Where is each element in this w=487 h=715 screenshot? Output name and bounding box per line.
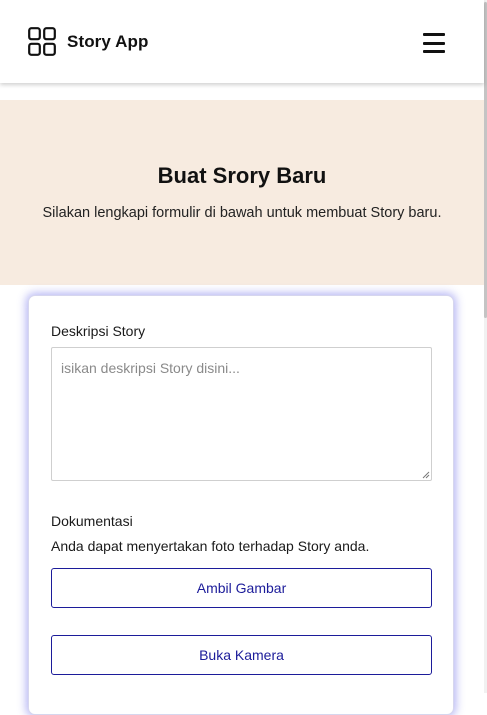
resize-handle-icon[interactable] <box>422 471 430 479</box>
app-header: Story App <box>0 0 484 83</box>
new-story-form: Deskripsi Story isikan deskripsi Story d… <box>28 295 454 715</box>
description-textarea[interactable]: isikan deskripsi Story disini... <box>51 347 432 481</box>
hero-section: Buat Srory Baru Silakan lengkapi formuli… <box>0 100 484 285</box>
description-label: Deskripsi Story <box>51 323 146 339</box>
documentation-description: Anda dapat menyertakan foto terhadap Sto… <box>51 538 370 554</box>
menu-line <box>423 41 445 45</box>
brand[interactable]: Story App <box>28 27 149 56</box>
app-title: Story App <box>67 31 149 51</box>
page-subtitle: Silakan lengkapi formulir di bawah untuk… <box>42 205 442 221</box>
documentation-label: Dokumentasi <box>51 513 133 529</box>
grid-icon <box>28 27 56 56</box>
description-placeholder: isikan deskripsi Story disini... <box>61 360 240 376</box>
open-camera-button[interactable]: Buka Kamera <box>51 635 432 675</box>
menu-line <box>423 33 445 36</box>
hamburger-menu-icon[interactable] <box>421 31 447 55</box>
page-title: Buat Srory Baru <box>157 163 327 188</box>
take-picture-button[interactable]: Ambil Gambar <box>51 568 432 608</box>
menu-line <box>423 50 445 53</box>
